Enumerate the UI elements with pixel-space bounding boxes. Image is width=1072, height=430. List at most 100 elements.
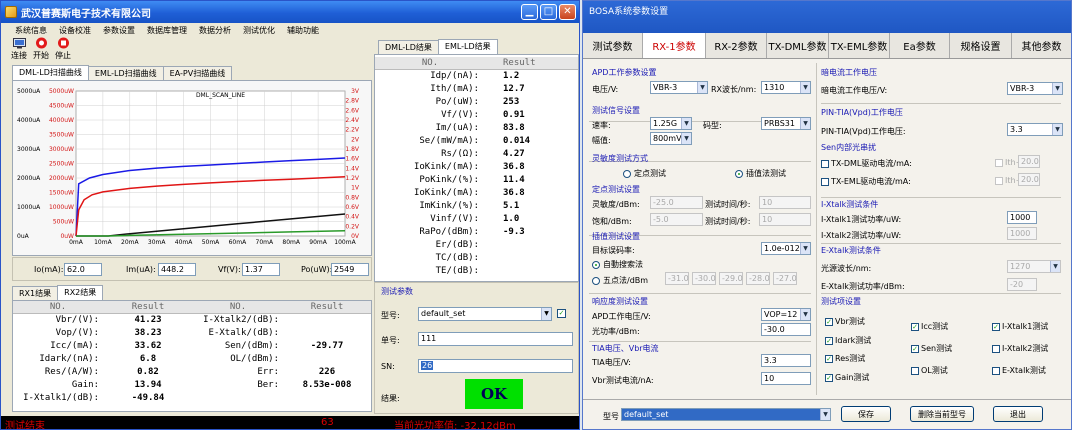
sn-label: SN: (381, 362, 395, 371)
apd-work-voltage-select[interactable]: VOP=12 ▼ (761, 308, 811, 321)
stop-button[interactable]: 停止 (55, 37, 71, 61)
menu-test-optimize[interactable]: 测试优化 (243, 25, 275, 36)
y-left-red-tick-label: 2500uW (49, 161, 74, 168)
sen-test-checkbox[interactable]: ✓ Sen测试 (911, 343, 952, 354)
ol-test-checkbox[interactable]: OL测试 (911, 365, 948, 376)
response-title: 响应度测试设置 (592, 297, 648, 306)
idark-test-label: Idark测试 (835, 336, 872, 345)
ld-result-row: ImKink/(%): 5.1 (375, 200, 578, 213)
pattern-label: 码型: (703, 121, 722, 130)
exit-button[interactable]: 退出 (993, 406, 1043, 422)
gain-test-checkbox[interactable]: ✓ Gain测试 (825, 372, 869, 383)
ld-param-value: 5.1 (503, 201, 520, 211)
vbr-current-input[interactable]: 10 (761, 372, 811, 385)
tab-eml-ld-result[interactable]: EML-LD结果 (437, 39, 498, 54)
idark-test-checkbox[interactable]: ✓ Idark测试 (825, 335, 871, 346)
tab-rx2-result[interactable]: RX2结果 (57, 285, 104, 300)
menu-param-settings[interactable]: 参数设置 (103, 25, 135, 36)
delete-model-button[interactable]: 删除当前型号 (910, 406, 974, 422)
ixtalk1-power-input[interactable]: 1000 (1007, 211, 1037, 224)
tab-eml-ld-scan[interactable]: EML-LD扫描曲线 (87, 66, 164, 80)
tab-ea-params[interactable]: Ea参数 (890, 33, 950, 58)
five-point-input-2[interactable]: -30.0 (692, 272, 716, 285)
tab-tx-eml-params[interactable]: TX-EML参数 (829, 33, 890, 58)
target-ber-select[interactable]: 1.0e-012 ▼ (761, 242, 811, 255)
dark-current-select[interactable]: VBR-3 ▼ (1007, 82, 1063, 95)
tab-test-params[interactable]: 测试参数 (583, 33, 643, 58)
tx-eml-drive-checkbox[interactable]: TX-EML驱动电流/mA: (821, 176, 911, 187)
apd-voltage-select[interactable]: VBR-3 ▼ (650, 81, 708, 94)
section-divider (589, 341, 811, 342)
ld-param-value: 12.7 (503, 84, 525, 94)
tab-dml-ld-scan[interactable]: DML-LD扫描曲线 (12, 65, 89, 80)
test-time-2-input[interactable]: 10 (759, 213, 811, 226)
saturation-input[interactable]: -5.0 (650, 213, 703, 226)
rx-param-name: Idark/(nA): (39, 354, 99, 364)
test-time-1-input[interactable]: 10 (759, 196, 811, 209)
res-test-checkbox[interactable]: ✓ Res测试 (825, 353, 865, 364)
tab-ea-pv-scan[interactable]: EA-PV扫描曲线 (162, 66, 233, 80)
y-right-tick-label: 0V (351, 233, 360, 240)
footer-model-select[interactable]: default_set ▼ (621, 408, 831, 421)
tx-eml-drive-input[interactable]: 20.0 (1018, 173, 1040, 186)
menu-database[interactable]: 数据库管理 (147, 25, 187, 36)
tia-voltage-input[interactable]: 3.3 (761, 354, 811, 367)
pin-tia-select[interactable]: 3.3 ▼ (1007, 123, 1063, 136)
menu-aux-functions[interactable]: 辅助功能 (287, 25, 319, 36)
five-point-input-1[interactable]: -31.0 (665, 272, 689, 285)
tx-dml-drive-checkbox[interactable]: TX-DML驱动电流/mA: (821, 158, 912, 169)
pattern-select[interactable]: PRBS31 ▼ (761, 117, 811, 130)
auto-search-radio[interactable]: 自動搜索法 (592, 259, 643, 270)
rate-select[interactable]: 1.25G ▼ (650, 117, 692, 130)
stop-icon (57, 37, 69, 49)
y-left-tick-label: 5000uA (17, 88, 41, 95)
start-button[interactable]: 开始 (33, 37, 49, 61)
tab-other-params[interactable]: 其他参数 (1012, 33, 1071, 58)
sensitivity-input[interactable]: -25.0 (650, 196, 703, 209)
rx-param-value: 8.53e-008 (302, 380, 352, 390)
rx-param-name: Gain: (71, 380, 99, 390)
vbr-test-checkbox[interactable]: ✓ Vbr测试 (825, 316, 865, 327)
five-point-input-4[interactable]: -28.0 (746, 272, 770, 285)
tab-dml-ld-result[interactable]: DML-LD结果 (378, 40, 439, 54)
five-point-input-3[interactable]: -29.0 (719, 272, 743, 285)
ixtalk2-power-input[interactable]: 1000 (1007, 227, 1037, 240)
close-button[interactable]: ✕ (559, 4, 576, 20)
tx-dml-drive-input[interactable]: 20.0 (1018, 155, 1040, 168)
menu-data-analysis[interactable]: 数据分析 (199, 25, 231, 36)
save-button[interactable]: 保存 (841, 406, 891, 422)
ixtalk1-test-checkbox[interactable]: ✓ I-Xtalk1测试 (992, 321, 1048, 332)
sn-input[interactable]: 26 (418, 359, 573, 373)
maximize-button[interactable]: □ (540, 4, 557, 20)
model-select[interactable]: default_set ▼ (418, 307, 552, 321)
amplitude-select[interactable]: 800mV ▼ (650, 132, 692, 145)
rx-wavelength-select[interactable]: 1310 ▼ (761, 81, 811, 94)
order-input[interactable]: 111 (418, 332, 573, 346)
tab-rx1-params[interactable]: RX-1参数 (643, 33, 706, 58)
tab-rx1-result[interactable]: RX1结果 (12, 286, 59, 300)
five-point-input-5[interactable]: -27.0 (773, 272, 797, 285)
optical-power-input[interactable]: -30.0 (761, 323, 811, 336)
connect-button[interactable]: 连接 (11, 37, 27, 61)
fixed-point-radio[interactable]: 定点测试 (623, 168, 666, 179)
vbr-test-label: Vbr测试 (835, 317, 865, 326)
model-checkbox[interactable]: ✓ (557, 309, 566, 318)
ixtalk2-test-checkbox[interactable]: I-Xtalk2测试 (992, 343, 1048, 354)
extalk-power-input[interactable]: -20 (1007, 278, 1037, 291)
order-label: 单号: (381, 336, 400, 345)
tab-rx2-params[interactable]: RX-2参数 (706, 33, 767, 58)
x-tick-label: 40mA (175, 239, 193, 246)
five-point-radio[interactable]: 五点法/dBm (592, 275, 648, 286)
chevron-down-icon: ▼ (800, 82, 810, 93)
extalk-test-checkbox[interactable]: E-Xtalk测试 (992, 365, 1046, 376)
tab-spec-settings[interactable]: 规格设置 (950, 33, 1012, 58)
menu-system-info[interactable]: 系统信息 (15, 25, 47, 36)
menu-device-calibration[interactable]: 设备校准 (59, 25, 91, 36)
interpolation-radio[interactable]: 插值法测试 (735, 168, 786, 179)
tab-tx-dml-params[interactable]: TX-DML参数 (767, 33, 829, 58)
light-wavelength-select[interactable]: 1270 ▼ (1007, 260, 1061, 273)
icc-test-checkbox[interactable]: ✓ Icc测试 (911, 321, 948, 332)
start-icon (35, 37, 47, 49)
minimize-button[interactable]: ▁ (521, 4, 538, 20)
window-title: 武汉普赛斯电子技术有限公司 (21, 8, 151, 20)
